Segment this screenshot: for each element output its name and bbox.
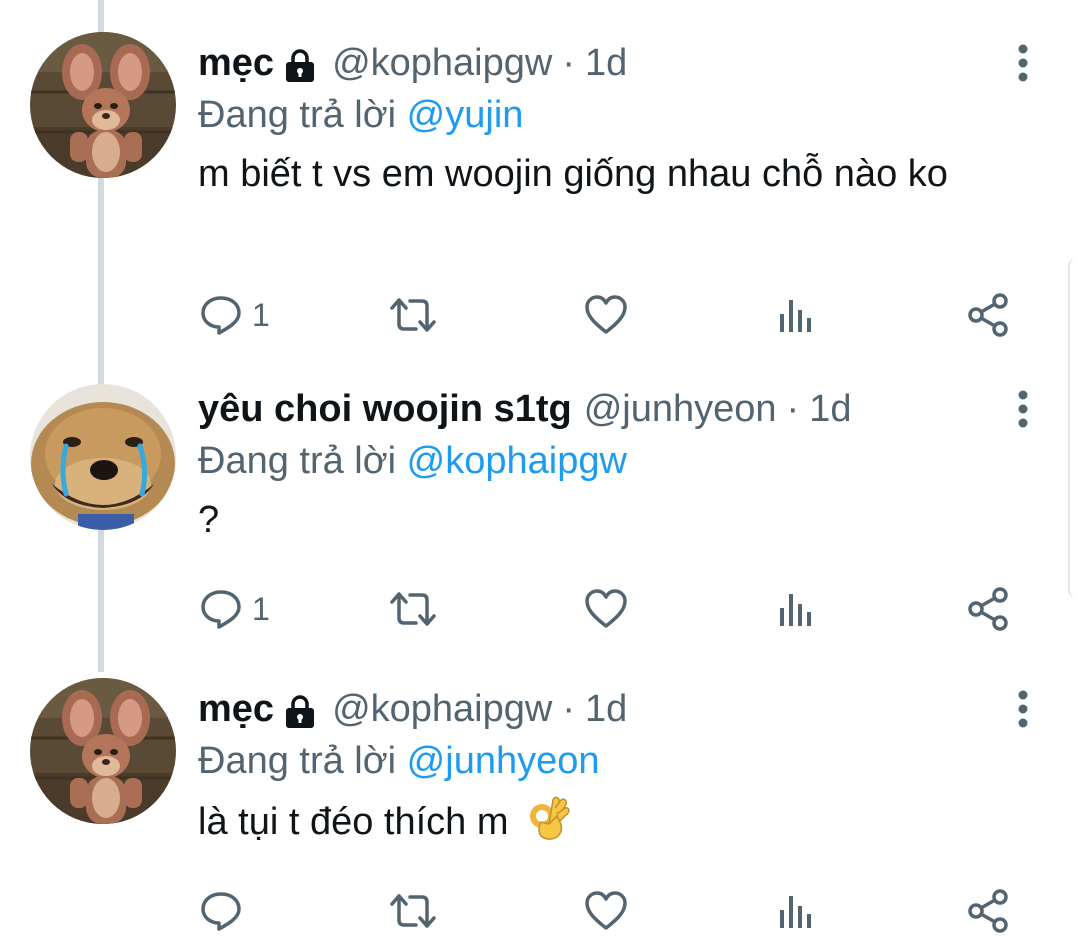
reply-count: 1 bbox=[252, 590, 270, 627]
reply-button[interactable]: 1 bbox=[198, 584, 270, 634]
reply-button[interactable]: 1 bbox=[198, 290, 270, 340]
analytics-button[interactable] bbox=[776, 290, 816, 340]
tweet-actions: 1 bbox=[198, 584, 1028, 634]
more-options-button[interactable] bbox=[998, 682, 1048, 736]
replying-to: Đang trả lời @yujin bbox=[198, 90, 1040, 140]
heart-icon bbox=[585, 589, 627, 628]
avatar-mouse[interactable] bbox=[30, 678, 176, 824]
cartoon-mouse-avatar-image bbox=[30, 678, 176, 824]
mention-link[interactable]: @kophaipgw bbox=[407, 440, 627, 482]
tweet-header: yêu choi woojin s1tg @junhyeon · 1d bbox=[198, 382, 1040, 436]
tweet-header: mẹc @kophaipgw · 1d bbox=[198, 682, 1040, 736]
reply-icon bbox=[201, 296, 241, 335]
replying-to: Đang trả lời @kophaipgw bbox=[198, 436, 1040, 486]
share-button[interactable] bbox=[966, 886, 1012, 936]
tweet-actions: 1 bbox=[198, 290, 1028, 340]
mention-link[interactable]: @yujin bbox=[407, 94, 524, 136]
timestamp[interactable]: 1d bbox=[585, 36, 627, 90]
more-options-button[interactable] bbox=[998, 382, 1048, 436]
avatar-crying-dog[interactable] bbox=[30, 384, 176, 530]
like-button[interactable] bbox=[583, 886, 629, 936]
tweet-header: mẹc @kophaipgw · 1d bbox=[198, 36, 1040, 90]
reply-icon bbox=[201, 590, 241, 629]
display-name[interactable]: yêu choi woojin s1tg bbox=[198, 382, 572, 436]
retweet-icon bbox=[390, 298, 436, 332]
more-vertical-icon bbox=[1018, 690, 1028, 728]
display-name[interactable]: mẹc bbox=[198, 36, 274, 90]
lock-icon bbox=[282, 45, 318, 82]
replying-to-label: Đang trả lời bbox=[198, 94, 397, 136]
ok-hand-emoji-icon bbox=[527, 794, 571, 842]
retweet-icon bbox=[390, 894, 436, 928]
replying-to: Đang trả lời @junhyeon bbox=[198, 736, 1040, 786]
share-button[interactable] bbox=[966, 584, 1012, 634]
analytics-icon bbox=[780, 896, 811, 928]
tweet-actions bbox=[198, 886, 1028, 936]
like-button[interactable] bbox=[583, 290, 629, 340]
share-button[interactable] bbox=[966, 290, 1012, 340]
analytics-icon bbox=[780, 594, 811, 626]
timeline-screen: mẹc @kophaipgw · 1d Đang trả lời @yujin … bbox=[0, 0, 1080, 943]
timestamp[interactable]: 1d bbox=[809, 382, 851, 436]
tweet-text: m biết t vs em woojin giống nhau chỗ nào… bbox=[198, 153, 948, 195]
handle[interactable]: @kophaipgw bbox=[332, 682, 552, 736]
tweet-text-container: là tụi t đéo thích m bbox=[198, 794, 1018, 848]
replying-to-label: Đang trả lời bbox=[198, 440, 397, 482]
avatar-mouse[interactable] bbox=[30, 32, 176, 178]
share-icon bbox=[968, 293, 1008, 337]
lock-icon bbox=[282, 691, 318, 728]
more-vertical-icon bbox=[1018, 390, 1028, 428]
tweet-text: là tụi t đéo thích m bbox=[198, 801, 509, 843]
like-button[interactable] bbox=[583, 584, 629, 634]
reply-count: 1 bbox=[252, 296, 270, 333]
display-name[interactable]: mẹc bbox=[198, 682, 274, 736]
retweet-button[interactable] bbox=[388, 886, 438, 936]
handle[interactable]: @kophaipgw bbox=[332, 36, 552, 90]
retweet-icon bbox=[390, 592, 436, 626]
mention-link[interactable]: @junhyeon bbox=[407, 740, 600, 782]
separator-dot: · bbox=[786, 388, 800, 430]
reply-icon bbox=[201, 892, 241, 931]
replying-to-label: Đang trả lời bbox=[198, 740, 397, 782]
analytics-button[interactable] bbox=[776, 584, 816, 634]
analytics-icon bbox=[780, 300, 811, 332]
share-icon bbox=[968, 587, 1008, 631]
analytics-button[interactable] bbox=[776, 886, 816, 936]
retweet-button[interactable] bbox=[388, 290, 438, 340]
separator-dot: · bbox=[562, 42, 575, 84]
share-icon bbox=[968, 889, 1008, 933]
timestamp[interactable]: 1d bbox=[585, 682, 627, 736]
more-options-button[interactable] bbox=[998, 36, 1048, 90]
heart-icon bbox=[585, 295, 627, 334]
more-vertical-icon bbox=[1018, 44, 1028, 82]
reply-button[interactable] bbox=[198, 886, 252, 936]
cartoon-mouse-avatar-image bbox=[30, 32, 176, 178]
tweet-text: ? bbox=[198, 499, 220, 541]
crying-dog-avatar-image bbox=[30, 384, 176, 530]
handle[interactable]: @junhyeon bbox=[584, 382, 777, 436]
separator-dot: · bbox=[562, 688, 575, 730]
retweet-button[interactable] bbox=[388, 584, 438, 634]
heart-icon bbox=[585, 891, 627, 930]
scrollbar[interactable] bbox=[1068, 258, 1080, 598]
